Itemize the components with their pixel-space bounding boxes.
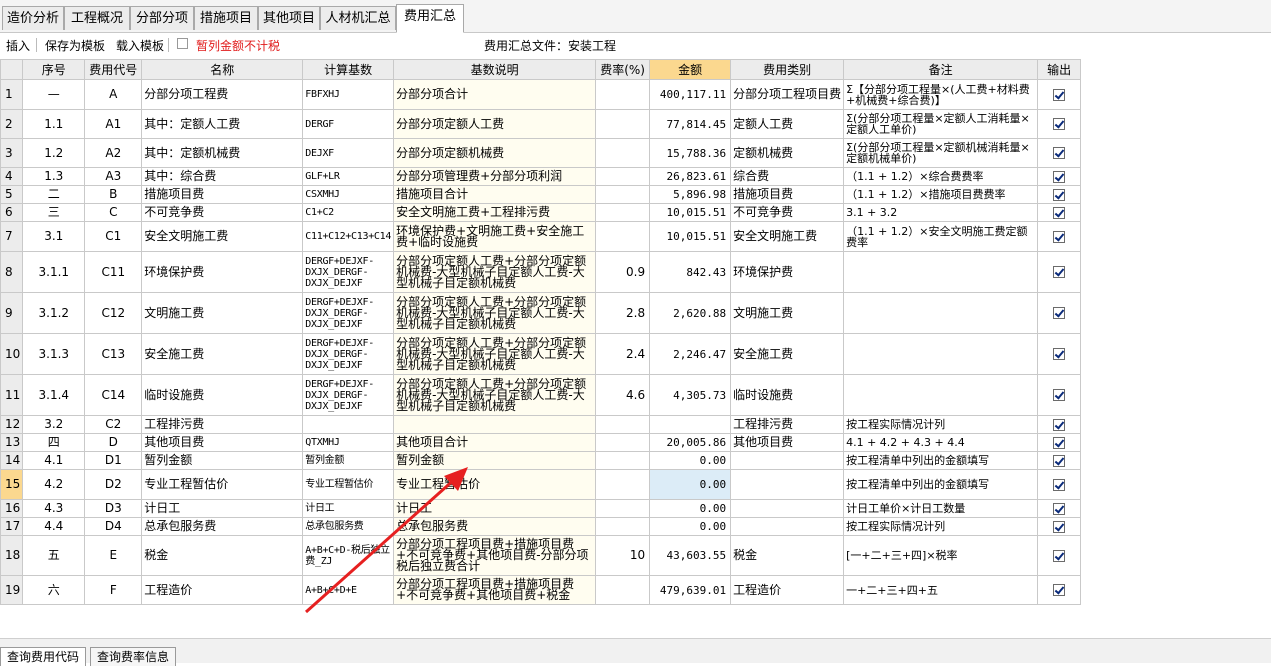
annotation-arrow [305,467,468,614]
tab-query-rate-info[interactable]: 查询费率信息 [90,647,177,666]
arrow-line [305,476,457,614]
bottom-tab-bar: 查询费用代码 查询费率信息 [0,638,1271,666]
tab-query-cost-code[interactable]: 查询费用代码 [0,647,87,666]
